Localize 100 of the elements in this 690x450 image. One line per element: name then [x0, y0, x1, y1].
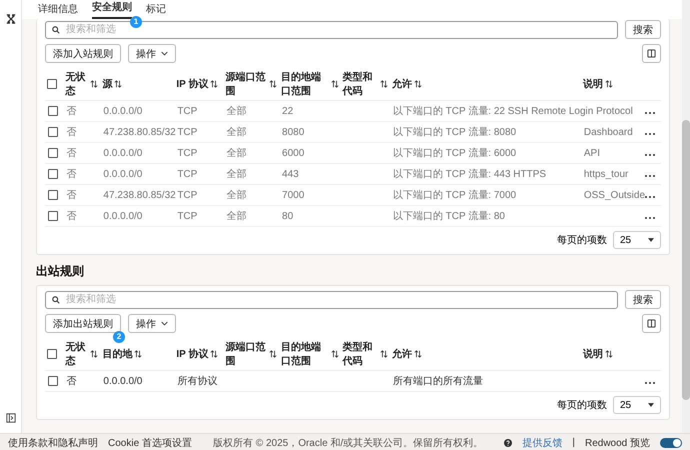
sort-icon[interactable]	[210, 350, 218, 358]
scrollbar[interactable]	[682, 0, 690, 433]
terms-link[interactable]: 使用条款和隐私声明	[8, 436, 98, 450]
column-header[interactable]: 允许	[392, 77, 412, 91]
select-all-checkbox[interactable]	[47, 348, 57, 359]
sort-icon[interactable]	[380, 350, 388, 358]
actions-dropdown[interactable]: 操作	[128, 314, 176, 333]
table-cell: 以下端口的 TCP 流量: 22 SSH Remote Login Protocol	[392, 106, 633, 117]
sort-icon[interactable]	[414, 80, 422, 88]
section-heading: 出站规则	[36, 263, 85, 280]
dropdown-triangle-icon	[648, 403, 654, 407]
tab[interactable]: 标记	[146, 2, 166, 19]
table-cell: 否	[66, 148, 76, 159]
table-cell: 0.0.0.0/0	[103, 168, 142, 180]
column-header[interactable]: IP 协议	[176, 347, 208, 361]
sort-icon[interactable]	[114, 80, 122, 88]
table-cell: 所有端口的所有流量	[392, 376, 483, 387]
column-header[interactable]: 目的地端口范围	[281, 340, 329, 368]
columns-icon	[647, 319, 656, 328]
search-field[interactable]: 搜索和筛选	[45, 290, 618, 308]
table-cell: TCP	[177, 106, 198, 116]
table-cell: 7000	[282, 190, 304, 200]
preview-label: Redwood 预览	[584, 436, 650, 450]
sort-icon[interactable]	[330, 350, 339, 358]
column-header[interactable]: 源端口范围	[226, 340, 268, 368]
tab[interactable]: 详细信息	[38, 2, 78, 19]
add-rule-button[interactable]: 添加出站规则	[45, 314, 121, 333]
sort-icon[interactable]	[414, 350, 422, 358]
select-all-checkbox[interactable]	[47, 78, 57, 89]
table-cell: 否	[66, 127, 76, 138]
column-header[interactable]: 源端口范围	[226, 70, 268, 98]
column-header[interactable]: 无状态	[65, 340, 88, 368]
table-cell: 全部	[226, 106, 247, 117]
sort-icon[interactable]	[330, 80, 339, 88]
table-cell: TCP	[177, 168, 198, 180]
row-checkbox[interactable]	[48, 190, 58, 200]
feedback-link[interactable]: 提供反馈	[522, 436, 562, 450]
tools-icon[interactable]	[6, 14, 16, 24]
table-cell: 0.0.0.0/0	[103, 376, 142, 386]
table-cell: 否	[66, 106, 76, 117]
separator-text: |	[572, 437, 575, 448]
column-header[interactable]: 类型和代码	[342, 340, 378, 368]
table-cell: TCP	[177, 210, 198, 222]
table-cell: Dashboard	[584, 126, 633, 138]
columns-icon	[647, 49, 656, 58]
column-header[interactable]: 源	[102, 77, 112, 91]
per-page-select[interactable]: 25	[613, 231, 661, 249]
table-cell: 6000	[282, 148, 304, 158]
column-header[interactable]: 无状态	[65, 70, 88, 98]
table-cell: 全部	[226, 211, 247, 222]
row-checkbox[interactable]	[48, 210, 58, 221]
table-cell: 以下端口的 TCP 流量: 7000	[392, 190, 516, 201]
row-checkbox[interactable]	[48, 126, 58, 137]
table-cell: TCP	[177, 190, 198, 200]
sort-icon[interactable]	[269, 350, 278, 358]
column-header[interactable]: 允许	[392, 347, 412, 361]
table-cell: 全部	[226, 148, 247, 159]
table-cell: 否	[66, 211, 76, 222]
column-header[interactable]: 类型和代码	[342, 70, 378, 98]
sort-icon[interactable]	[380, 80, 388, 88]
sort-icon[interactable]	[210, 80, 218, 88]
per-page-select[interactable]: 25	[613, 396, 661, 414]
search-icon	[52, 296, 60, 304]
table-cell: 80	[282, 210, 294, 222]
row-checkbox[interactable]	[48, 376, 58, 386]
columns-button[interactable]	[642, 44, 661, 63]
column-header[interactable]: 目的地端口范围	[281, 70, 329, 98]
sort-icon[interactable]	[604, 350, 613, 358]
actions-dropdown[interactable]: 操作	[128, 44, 176, 63]
add-rule-button[interactable]: 添加入站规则	[45, 44, 121, 63]
column-header[interactable]: 说明	[582, 77, 603, 91]
search-button[interactable]: 搜索	[625, 20, 661, 39]
sort-icon[interactable]	[269, 80, 278, 88]
step-badge: 2	[113, 331, 125, 343]
search-button[interactable]: 搜索	[625, 290, 661, 309]
sort-icon[interactable]	[604, 80, 613, 88]
table-cell: 否	[66, 190, 76, 201]
sort-icon[interactable]	[90, 80, 98, 88]
column-header[interactable]: 目的地	[102, 347, 132, 361]
chevron-down-icon	[161, 321, 168, 326]
columns-button[interactable]	[642, 314, 661, 333]
preview-toggle[interactable]	[660, 438, 682, 448]
per-page-label: 每页的项数	[557, 234, 607, 247]
table-cell: 0.0.0.0/0	[103, 148, 142, 158]
help-icon[interactable]	[504, 438, 512, 446]
panel-expand-icon[interactable]	[6, 413, 16, 423]
table-cell: TCP	[177, 148, 198, 158]
table-cell: 否	[66, 169, 76, 180]
table-cell: 以下端口的 TCP 流量: 443 HTTPS	[392, 169, 546, 180]
sort-icon[interactable]	[90, 350, 98, 358]
sort-icon[interactable]	[134, 350, 142, 358]
row-checkbox[interactable]	[48, 168, 58, 179]
row-checkbox[interactable]	[48, 106, 58, 116]
row-checkbox[interactable]	[48, 148, 58, 158]
column-header[interactable]: 说明	[582, 347, 603, 361]
table-cell: 22	[282, 106, 294, 116]
cookie-link[interactable]: Cookie 首选项设置	[108, 436, 192, 450]
table-cell: 全部	[226, 169, 247, 180]
table-cell: 全部	[226, 127, 247, 138]
column-header[interactable]: IP 协议	[176, 77, 208, 91]
